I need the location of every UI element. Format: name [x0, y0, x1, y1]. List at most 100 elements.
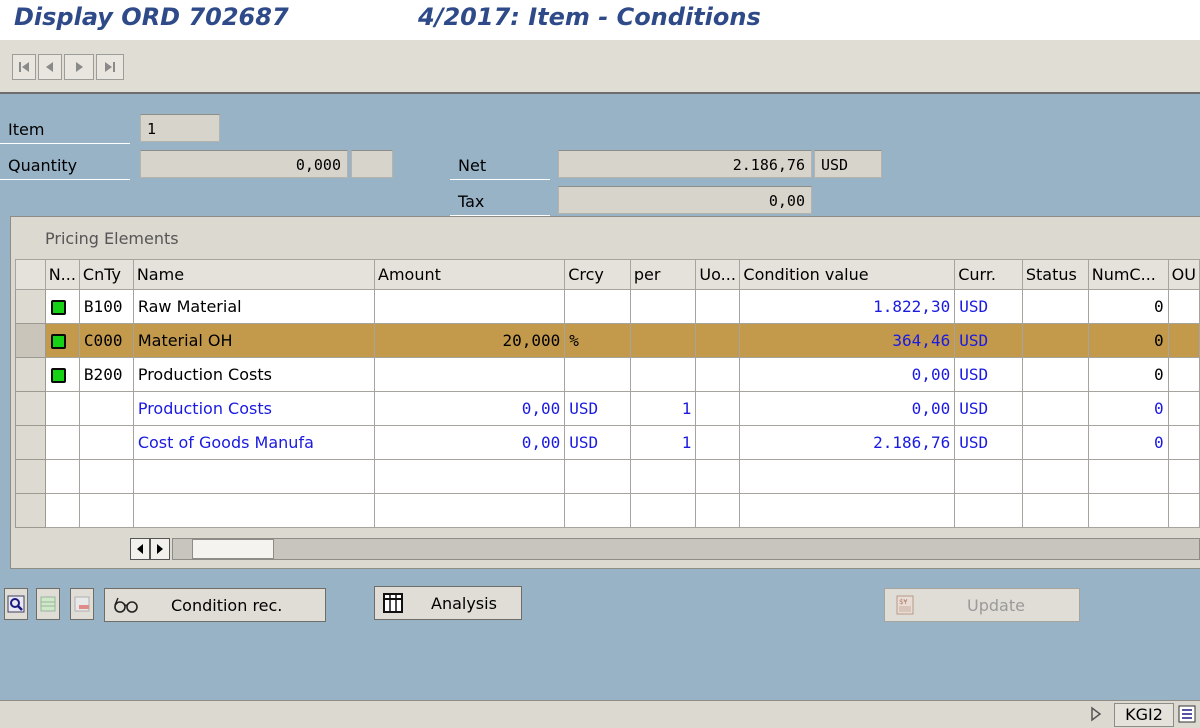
delete-row-icon[interactable] — [70, 588, 94, 620]
curr-cell[interactable]: USD — [954, 289, 1023, 324]
crcy-cell[interactable]: USD — [564, 391, 631, 426]
column-header-curr[interactable]: Curr. — [954, 259, 1023, 290]
last-page-icon[interactable] — [96, 54, 124, 80]
status-cell[interactable] — [1021, 323, 1089, 358]
per-cell[interactable] — [629, 357, 697, 392]
row-selector[interactable] — [15, 459, 46, 494]
first-page-icon[interactable] — [12, 54, 36, 80]
uom-cell[interactable] — [695, 357, 741, 392]
row-selector[interactable] — [15, 357, 46, 392]
per-cell[interactable] — [629, 289, 697, 324]
uom-cell[interactable] — [695, 391, 741, 426]
per-cell[interactable]: 1 — [629, 391, 697, 426]
cnty-cell[interactable] — [78, 391, 134, 426]
curr-cell[interactable]: USD — [954, 425, 1023, 460]
horizontal-scrollbar[interactable] — [130, 538, 1200, 560]
empty-table-row[interactable] — [15, 493, 1200, 528]
per-cell[interactable]: 1 — [629, 425, 697, 460]
status-menu-icon[interactable] — [1178, 705, 1196, 727]
name-cell[interactable]: Raw Material — [132, 289, 376, 324]
condition-value-cell[interactable]: 2.186,76 — [739, 425, 956, 460]
condition-value-cell[interactable]: 364,46 — [739, 323, 956, 358]
column-header-per[interactable]: per — [629, 259, 697, 290]
column-header-name[interactable]: Name — [132, 259, 376, 290]
previous-page-icon[interactable] — [38, 54, 62, 80]
condition-record-button[interactable]: Condition rec. — [104, 588, 326, 622]
column-header-n[interactable]: N... — [44, 259, 80, 290]
uom-cell[interactable] — [695, 323, 741, 358]
net-value-field[interactable]: 2.186,76 — [558, 150, 812, 178]
uom-cell[interactable] — [695, 425, 741, 460]
scroll-thumb[interactable] — [192, 539, 274, 559]
ou-cell[interactable] — [1167, 391, 1200, 426]
column-header-uom[interactable]: Uo... — [695, 259, 741, 290]
numc-cell[interactable]: 0 — [1087, 425, 1169, 460]
numc-cell[interactable]: 0 — [1087, 357, 1169, 392]
condition-value-cell[interactable]: 0,00 — [739, 391, 956, 426]
column-header-ou[interactable]: OU — [1167, 259, 1200, 290]
column-header-condition-value[interactable]: Condition value — [739, 259, 956, 290]
next-page-icon[interactable] — [64, 54, 94, 80]
insert-row-icon[interactable] — [36, 588, 60, 620]
crcy-cell[interactable] — [564, 357, 631, 392]
expand-status-icon[interactable] — [1090, 706, 1102, 726]
ou-cell[interactable] — [1167, 357, 1200, 392]
amount-cell[interactable] — [373, 289, 566, 324]
cnty-cell[interactable] — [78, 425, 134, 460]
scroll-right-icon[interactable] — [150, 538, 170, 560]
condition-value-cell[interactable]: 0,00 — [739, 357, 956, 392]
quantity-field[interactable]: 0,000 — [140, 150, 348, 178]
row-selector[interactable] — [15, 323, 46, 358]
ou-cell[interactable] — [1167, 323, 1200, 358]
column-header-crcy[interactable]: Crcy — [564, 259, 631, 290]
table-row[interactable]: Cost of Goods Manufa 0,00 USD 1 2.186,76… — [15, 425, 1200, 460]
ou-cell[interactable] — [1167, 425, 1200, 460]
crcy-cell[interactable]: USD — [564, 425, 631, 460]
scroll-left-icon[interactable] — [130, 538, 150, 560]
column-header-amount[interactable]: Amount — [373, 259, 566, 290]
column-header-cnty[interactable]: CnTy — [78, 259, 134, 290]
name-cell[interactable]: Cost of Goods Manufa — [132, 425, 376, 460]
cnty-cell[interactable]: B100 — [78, 289, 134, 324]
uom-cell[interactable] — [695, 289, 741, 324]
table-row-selected[interactable]: C000 Material OH 20,000 % 364,46 USD 0 — [15, 323, 1200, 358]
status-cell[interactable] — [1021, 289, 1089, 324]
table-row[interactable]: B200 Production Costs 0,00 USD 0 — [15, 357, 1200, 392]
table-row[interactable]: B100 Raw Material 1.822,30 USD 0 — [15, 289, 1200, 324]
curr-cell[interactable]: USD — [954, 323, 1023, 358]
status-cell[interactable] — [1021, 391, 1089, 426]
row-selector[interactable] — [15, 493, 46, 528]
column-header-status[interactable]: Status — [1021, 259, 1089, 290]
analysis-button[interactable]: Analysis — [374, 586, 522, 620]
table-row[interactable]: Production Costs 0,00 USD 1 0,00 USD 0 — [15, 391, 1200, 426]
amount-cell[interactable] — [373, 357, 566, 392]
net-currency-field[interactable]: USD — [814, 150, 882, 178]
numc-cell[interactable]: 0 — [1087, 323, 1169, 358]
crcy-cell[interactable]: % — [564, 323, 631, 358]
curr-cell[interactable]: USD — [954, 391, 1023, 426]
item-field[interactable]: 1 — [140, 114, 220, 142]
row-selector-header[interactable] — [15, 259, 46, 290]
status-cell[interactable] — [1021, 425, 1089, 460]
row-selector[interactable] — [15, 425, 46, 460]
name-cell[interactable]: Production Costs — [132, 391, 376, 426]
status-cell[interactable] — [1021, 357, 1089, 392]
name-cell[interactable]: Production Costs — [132, 357, 376, 392]
per-cell[interactable] — [629, 323, 697, 358]
crcy-cell[interactable] — [564, 289, 631, 324]
numc-cell[interactable]: 0 — [1087, 391, 1169, 426]
column-header-numc[interactable]: NumC... — [1087, 259, 1169, 290]
cnty-cell[interactable]: B200 — [78, 357, 134, 392]
ou-cell[interactable] — [1167, 289, 1200, 324]
condition-value-cell[interactable]: 1.822,30 — [739, 289, 956, 324]
tax-value-field[interactable]: 0,00 — [558, 186, 812, 214]
details-icon[interactable] — [4, 588, 28, 620]
row-selector[interactable] — [15, 289, 46, 324]
amount-cell[interactable]: 0,00 — [373, 391, 566, 426]
quantity-unit-field[interactable] — [351, 150, 393, 178]
numc-cell[interactable]: 0 — [1087, 289, 1169, 324]
name-cell[interactable]: Material OH — [132, 323, 376, 358]
scroll-track[interactable] — [172, 538, 1200, 560]
curr-cell[interactable]: USD — [954, 357, 1023, 392]
amount-cell[interactable]: 0,00 — [373, 425, 566, 460]
